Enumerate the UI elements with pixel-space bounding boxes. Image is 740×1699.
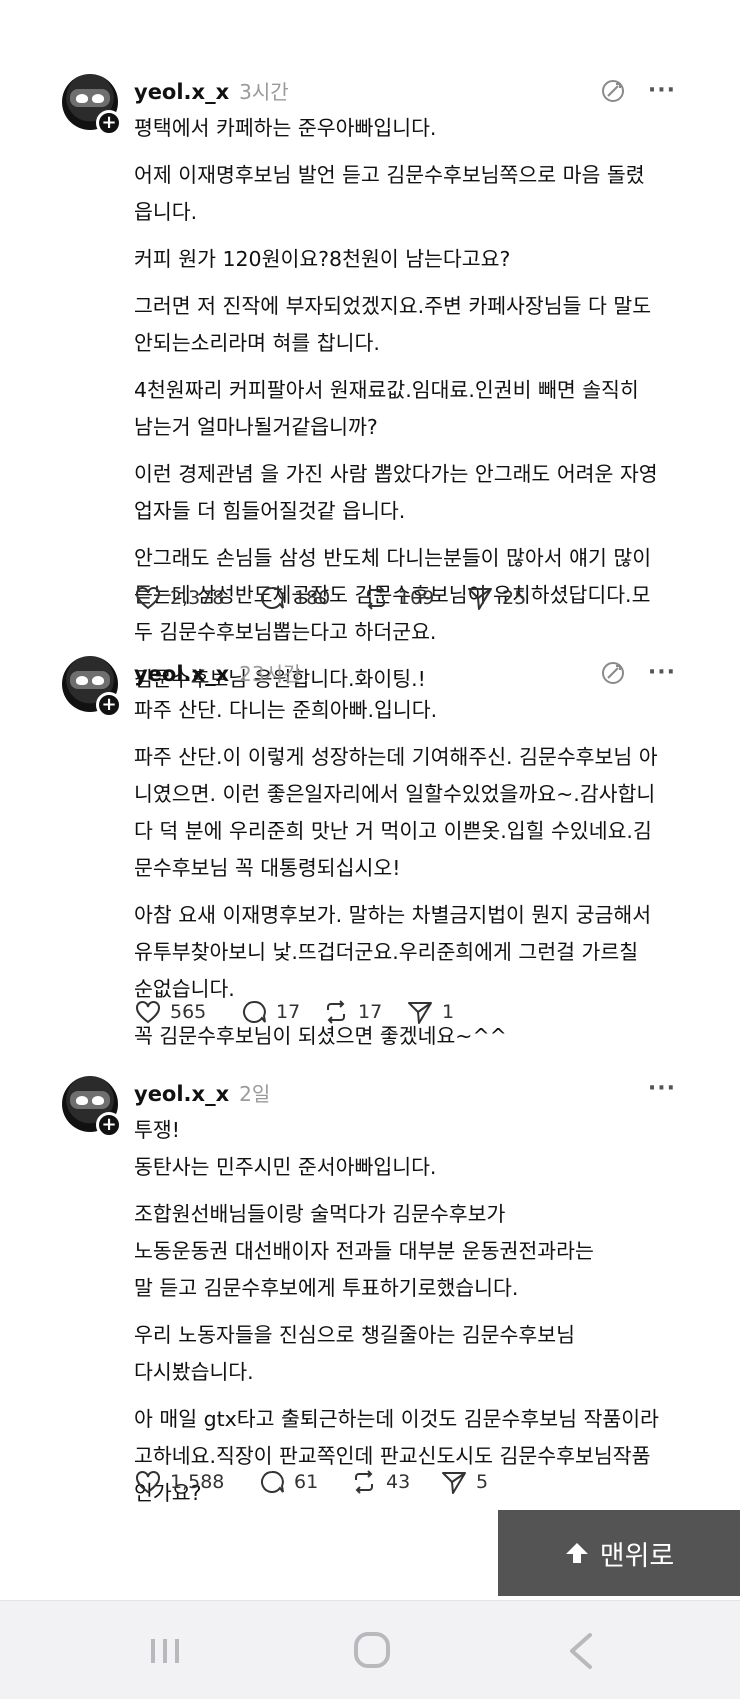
send-icon bbox=[408, 1002, 432, 1024]
send-icon bbox=[442, 1472, 466, 1494]
like-count: 1,588 bbox=[170, 1471, 225, 1493]
ai-translate-icon[interactable] bbox=[600, 660, 626, 686]
username[interactable]: yeol.x_x bbox=[134, 80, 229, 104]
post-text-line: 평택에서 카페하는 준우아빠입니다. bbox=[134, 116, 437, 140]
repost-button[interactable]: 17 bbox=[322, 998, 398, 1026]
username[interactable]: yeol.x_x bbox=[134, 1082, 229, 1106]
post-text-line: 문수후보님 꼭 대통령되십시오! bbox=[134, 856, 401, 880]
post-body: 투쟁! 동탄사는 민주시민 준서아빠입니다. 조합원선배님들이랑 술먹다가 김문… bbox=[134, 1112, 694, 1512]
repost-count: 43 bbox=[386, 1471, 411, 1493]
like-count: 2,378 bbox=[170, 587, 225, 609]
post-text-line: 이런 경제관념 을 가진 사람 뽑았다가는 안그래도 어려운 자영 bbox=[134, 462, 658, 486]
post-text-line: 4천원짜리 커피팔아서 원재료값.임대료.인권비 빼면 솔직히 bbox=[134, 378, 639, 402]
post-text-line: 조합원선배님들이랑 술먹다가 김문수후보가 bbox=[134, 1202, 506, 1226]
like-button[interactable]: 565 bbox=[134, 998, 230, 1026]
back-icon[interactable] bbox=[560, 1631, 604, 1671]
username[interactable]: yeol.x_x bbox=[134, 662, 229, 686]
repost-icon bbox=[367, 586, 385, 610]
post-text-line: 아참 요새 이재명후보가. 말하는 차별금지법이 뭔지 궁금해서 bbox=[134, 903, 652, 927]
like-button[interactable]: 2,378 bbox=[134, 584, 246, 612]
more-icon[interactable]: ··· bbox=[648, 662, 676, 684]
post-time: 3시간 bbox=[239, 80, 289, 104]
post-text-line: 파주 산단. 다니는 준희아빠.입니다. bbox=[134, 698, 438, 722]
follow-plus-icon[interactable]: + bbox=[96, 110, 122, 136]
post-time: 2일 bbox=[239, 1082, 271, 1106]
post-text-line: 말 듣고 김문수후보에게 투표하기로했습니다. bbox=[134, 1276, 519, 1300]
system-navigation-bar bbox=[0, 1600, 740, 1699]
comment-icon bbox=[243, 1000, 266, 1023]
reply-button[interactable]: 17 bbox=[240, 998, 316, 1026]
follow-plus-icon[interactable]: + bbox=[96, 692, 122, 718]
more-icon[interactable]: ··· bbox=[648, 80, 676, 102]
thread-feed[interactable]: + yeol.x_x 3시간 ··· 평택에서 카페하는 준우아빠입니다. 어제… bbox=[0, 0, 740, 1600]
post-text-line: 업자들 더 힘들어질것같 읍니다. bbox=[134, 499, 406, 523]
share-button[interactable]: 1 bbox=[406, 998, 454, 1026]
scroll-top-button[interactable]: 맨위로 bbox=[498, 1510, 740, 1596]
recent-apps-icon[interactable] bbox=[144, 1631, 188, 1671]
post-text-line: 읍니다. bbox=[134, 200, 198, 224]
share-count: 25 bbox=[502, 587, 527, 609]
repost-button[interactable]: 109 bbox=[362, 584, 448, 612]
share-button[interactable]: 25 bbox=[466, 584, 526, 612]
post-text-line: 니였으면. 이런 좋은일자리에서 일할수있었을까요~.감사합니 bbox=[134, 782, 656, 806]
reply-button[interactable]: 61 bbox=[258, 1468, 338, 1496]
share-button[interactable]: 5 bbox=[440, 1468, 488, 1496]
post-text-line: 유투부찾아보니 낯.뜨겁더군요.우리준희에게 그런걸 가르칠 bbox=[134, 940, 639, 964]
reply-count: 61 bbox=[294, 1471, 319, 1493]
reply-count: 180 bbox=[294, 587, 331, 609]
repost-count: 17 bbox=[358, 1001, 383, 1023]
home-icon[interactable] bbox=[350, 1631, 394, 1671]
post-text-line: 동탄사는 민주시민 준서아빠입니다. bbox=[134, 1155, 437, 1179]
repost-button[interactable]: 43 bbox=[350, 1468, 436, 1496]
post-text-line: 노동운동권 대선배이자 전과들 대부분 운동권전과라는 bbox=[134, 1239, 594, 1263]
follow-plus-icon[interactable]: + bbox=[96, 1112, 122, 1138]
share-count: 1 bbox=[442, 1001, 455, 1023]
reply-count: 17 bbox=[276, 1001, 301, 1023]
post-text-line: 아 매일 gtx타고 출퇴근하는데 이것도 김문수후보님 작품이라 bbox=[134, 1407, 659, 1431]
reply-button[interactable]: 180 bbox=[258, 584, 346, 612]
repost-count: 109 bbox=[398, 587, 435, 609]
post-text-line: 두 김문수후보님뽑는다고 하더군요. bbox=[134, 620, 437, 644]
post-text-line: 투쟁! bbox=[134, 1118, 180, 1142]
post-text-line: 다시봤습니다. bbox=[134, 1360, 254, 1384]
share-count: 5 bbox=[476, 1471, 489, 1493]
heart-icon bbox=[136, 587, 160, 610]
post-text-line: 그러면 저 진작에 부자되었겠지요.주변 카페사장님들 다 말도 bbox=[134, 294, 652, 318]
post-text-line: 남는거 얼마나될거같읍니까? bbox=[134, 415, 378, 439]
post-text-line: 안되는소리라며 혀를 찹니다. bbox=[134, 331, 380, 355]
heart-icon bbox=[136, 1001, 160, 1024]
heart-icon bbox=[136, 1471, 160, 1494]
post-text-line: 다 덕 분에 우리준희 맛난 거 먹이고 이쁜옷.입힐 수있네요.김 bbox=[134, 819, 652, 843]
like-count: 565 bbox=[170, 1001, 207, 1023]
post-text-line: 우리 노동자들을 진심으로 챙길줄아는 김문수후보님 bbox=[134, 1323, 575, 1347]
like-button[interactable]: 1,588 bbox=[134, 1468, 246, 1496]
send-icon bbox=[468, 588, 492, 610]
post-time: 23시간 bbox=[239, 662, 302, 686]
comment-icon bbox=[261, 1470, 284, 1493]
post-text-line: 커피 원가 120원이요?8천원이 남는다고요? bbox=[134, 247, 511, 271]
scroll-top-label: 맨위로 bbox=[599, 1540, 675, 1572]
repost-icon bbox=[355, 1470, 373, 1494]
arrow-up-icon bbox=[565, 1543, 588, 1563]
post-text-line: 안그래도 손님들 삼성 반도체 다니는분들이 많아서 얘기 많이 bbox=[134, 546, 652, 570]
comment-icon bbox=[261, 586, 284, 609]
post-text-line: 파주 산단.이 이렇게 성장하는데 기여해주신. 김문수후보님 아 bbox=[134, 745, 658, 769]
post-text-line: 어제 이재명후보님 발언 듣고 김문수후보님쪽으로 마음 돌렸 bbox=[134, 163, 645, 187]
more-icon[interactable]: ··· bbox=[648, 1078, 676, 1100]
repost-icon bbox=[327, 1000, 345, 1024]
ai-translate-icon[interactable] bbox=[600, 78, 626, 104]
